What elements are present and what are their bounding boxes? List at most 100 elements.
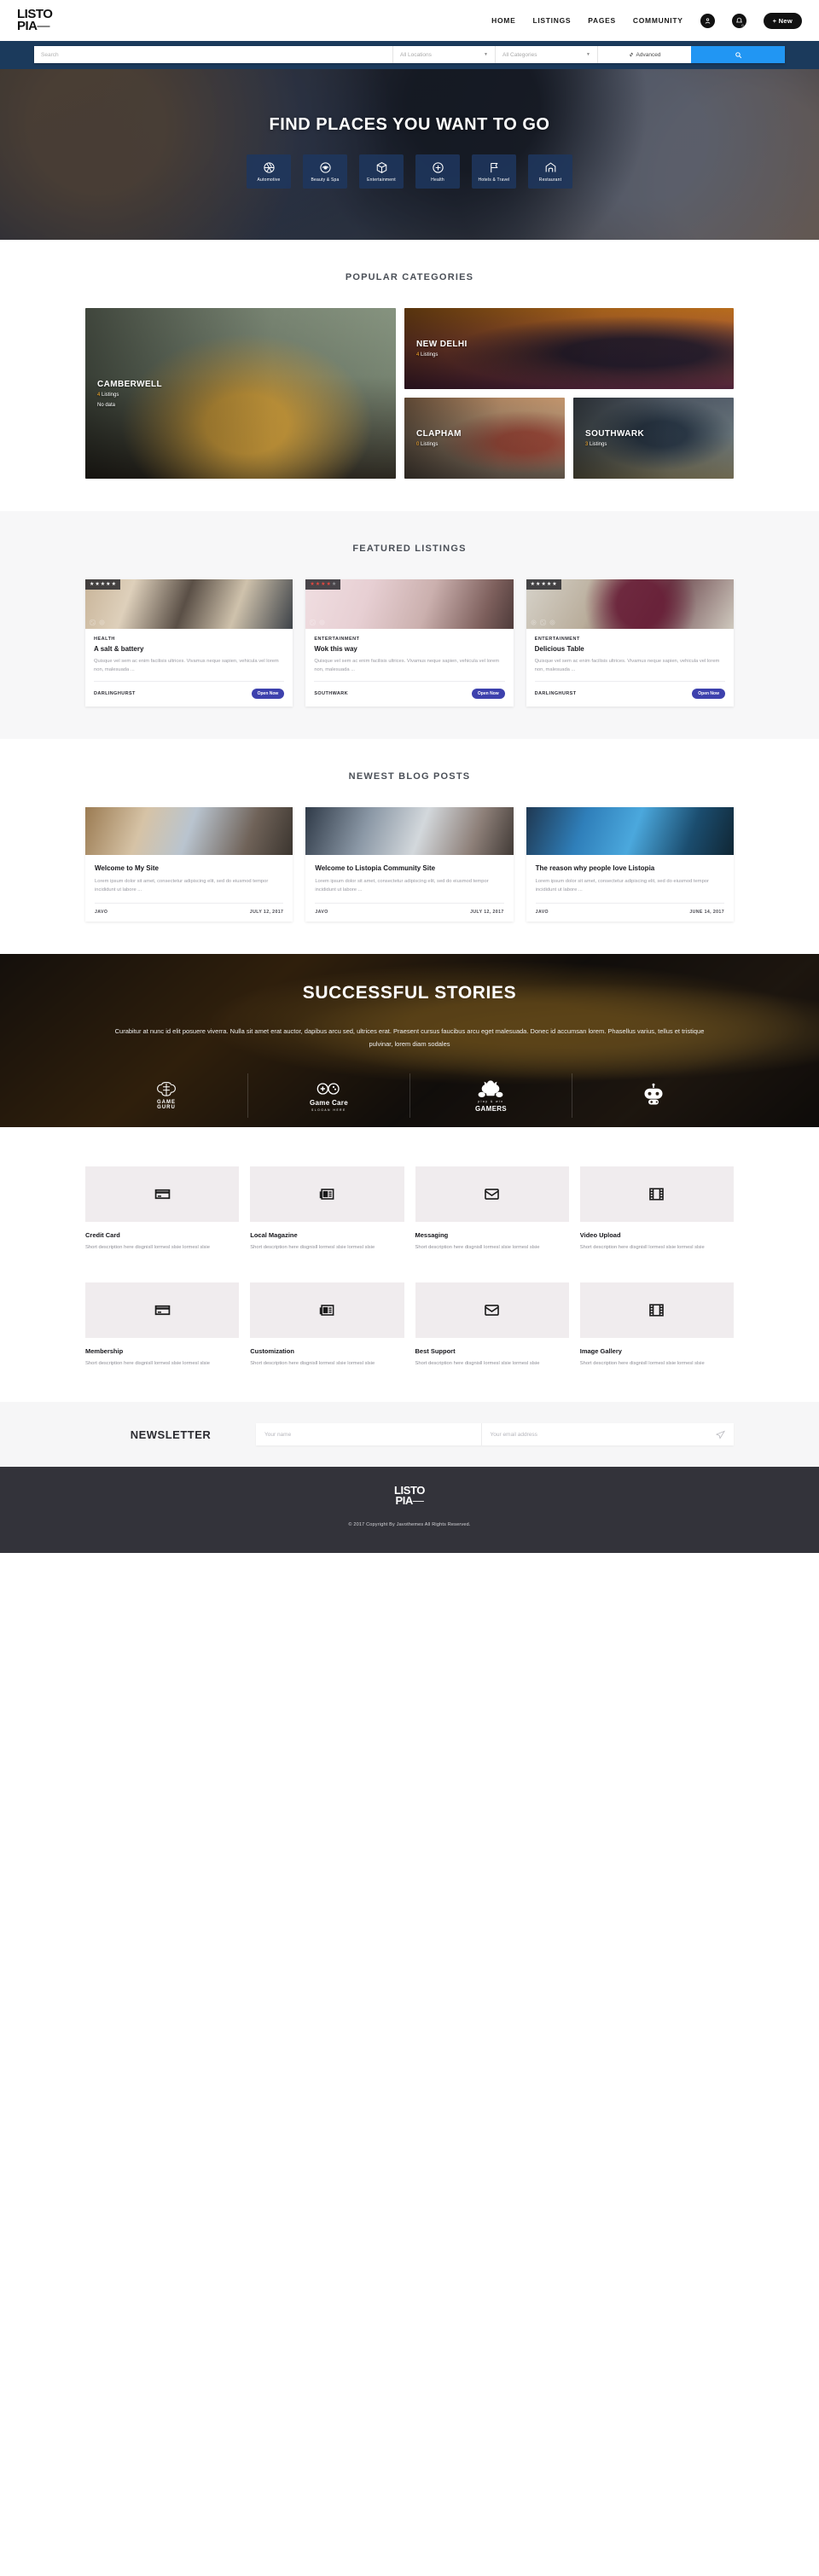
category-card-listings-label: Listings bbox=[590, 442, 607, 447]
membership-card-icon bbox=[154, 1305, 170, 1316]
hero-category-automotive[interactable]: Automotive bbox=[247, 154, 291, 189]
open-now-badge[interactable]: Open Now bbox=[471, 689, 505, 700]
newsletter-submit-button[interactable] bbox=[706, 1423, 734, 1445]
features-row: Credit Card Short description here disgn… bbox=[85, 1166, 734, 1252]
site-logo[interactable]: LISTO PIA— bbox=[17, 8, 53, 32]
category-card-camberwell[interactable]: CAMBERWELL 4 Listings No data bbox=[85, 308, 396, 479]
blog-card[interactable]: Welcome to My Site Lorem ipsum dolor sit… bbox=[85, 807, 293, 922]
advanced-search-button[interactable]: Advanced bbox=[597, 46, 691, 63]
blog-card[interactable]: Welcome to Listopia Community Site Lorem… bbox=[305, 807, 514, 922]
hero-category-beauty-spa[interactable]: Beauty & Spa bbox=[303, 154, 347, 189]
feature-title: Video Upload bbox=[579, 1230, 621, 1239]
listing-category: HEALTH bbox=[94, 637, 115, 642]
nav-item-pages[interactable]: PAGES bbox=[588, 16, 616, 25]
category-card-clapham[interactable]: CLAPHAM 0 Listings bbox=[404, 398, 565, 479]
listing-category: ENTERTAINMENT bbox=[534, 637, 580, 642]
star-icon: ★ bbox=[90, 582, 95, 587]
hero-category-restaurant[interactable]: Restaurant bbox=[528, 154, 572, 189]
brand-logos-row: GAME GURU Game Care SLOGAN HERE play & w… bbox=[0, 1073, 819, 1119]
expand-icon[interactable] bbox=[540, 619, 546, 625]
feature-messaging[interactable]: Messaging Short description here disgnis… bbox=[415, 1166, 569, 1252]
category-card-name: CAMBERWELL bbox=[97, 379, 163, 389]
listing-media-icons bbox=[310, 619, 325, 625]
chevron-down-icon: ▼ bbox=[484, 52, 488, 57]
star-icon: ★ bbox=[95, 582, 100, 587]
brand-line-1: play & win bbox=[478, 1099, 504, 1103]
hero-section: FIND PLACES YOU WANT TO GO Automotive Be… bbox=[0, 69, 819, 240]
listing-description: Quisque vel sem ac enim facilisis ultric… bbox=[314, 659, 500, 673]
category-card-southwark[interactable]: SOUTHWARK 3 Listings bbox=[573, 398, 734, 479]
category-card-listings-label: Listings bbox=[102, 392, 119, 398]
category-select[interactable]: All Categories ▼ bbox=[495, 46, 597, 63]
star-icon: ★ bbox=[100, 582, 106, 587]
feature-credit-card[interactable]: Credit Card Short description here disgn… bbox=[85, 1166, 240, 1252]
listing-card[interactable]: ★ ★ ★ ★ ★ HEALTH A salt & battery Quisque ve… bbox=[85, 579, 293, 707]
expand-icon[interactable] bbox=[90, 619, 96, 625]
feature-image-gallery[interactable]: Image Gallery Short description here dis… bbox=[579, 1282, 734, 1368]
open-now-badge[interactable]: Open Now bbox=[692, 689, 725, 700]
stories-text: Curabitur at nunc id elit posuere viverr… bbox=[114, 1026, 705, 1049]
feature-video-upload[interactable]: Video Upload Short description here disg… bbox=[579, 1166, 734, 1252]
notifications-button[interactable]: 0 bbox=[731, 13, 746, 28]
features-section: Credit Card Short description here disgn… bbox=[0, 1127, 819, 1403]
location-select[interactable]: All Locations ▼ bbox=[392, 46, 495, 63]
blog-photo bbox=[305, 807, 514, 856]
eye-icon[interactable] bbox=[99, 619, 105, 625]
feature-customization[interactable]: Customization Short description here dis… bbox=[250, 1282, 404, 1368]
feature-membership[interactable]: Membership Short description here disgni… bbox=[85, 1282, 240, 1368]
brand-logo-robot-gamer bbox=[572, 1073, 734, 1119]
category-card-name: SOUTHWARK bbox=[585, 429, 645, 439]
category-card-name: CLAPHAM bbox=[416, 429, 462, 439]
film-icon bbox=[649, 1304, 665, 1317]
hero-category-health[interactable]: Health bbox=[415, 154, 460, 189]
send-icon bbox=[715, 1430, 725, 1439]
expand-icon[interactable] bbox=[310, 619, 316, 625]
blog-photo bbox=[85, 807, 293, 856]
infinity-gamepad-icon bbox=[317, 1082, 340, 1095]
blog-card[interactable]: The reason why people love Listopia Lore… bbox=[526, 807, 734, 922]
features-row: Membership Short description here disgni… bbox=[85, 1282, 734, 1368]
feature-local-magazine[interactable]: Local Magazine Short description here di… bbox=[250, 1166, 404, 1252]
newsletter-email-input[interactable]: Your email address bbox=[480, 1423, 707, 1446]
nav-item-listings[interactable]: LISTINGS bbox=[532, 16, 571, 25]
footer-logo[interactable]: LISTO PIA— bbox=[394, 1485, 425, 1506]
eye-icon[interactable] bbox=[319, 619, 325, 625]
search-input[interactable]: Search bbox=[34, 46, 392, 63]
hero-category-entertainment[interactable]: Entertainment bbox=[359, 154, 404, 189]
feature-description: Short description here disgnisll lormesl… bbox=[250, 1244, 375, 1250]
listing-card-image: ★ ★ ★ ★ ★ bbox=[85, 579, 293, 629]
account-button[interactable] bbox=[700, 13, 715, 28]
blog-author: JAVO bbox=[95, 909, 108, 915]
notification-count: 0 bbox=[741, 22, 744, 27]
play-icon[interactable] bbox=[531, 619, 537, 625]
listing-location: DARLINGHURST bbox=[534, 691, 577, 697]
category-card-new-delhi[interactable]: NEW DELHI 4 Listings bbox=[404, 308, 734, 389]
listing-card[interactable]: ★ ★ ★ ★ ★ ENTERTAINMENT Delicious Table Quis… bbox=[526, 579, 734, 707]
listing-description: Quisque vel sem ac enim facilisis ultric… bbox=[534, 659, 720, 673]
nav-item-community[interactable]: COMMUNITY bbox=[633, 16, 683, 25]
feature-title: Credit Card bbox=[85, 1230, 120, 1239]
feature-title: Local Magazine bbox=[250, 1230, 298, 1239]
listing-rating: ★ ★ ★ ★ ★ bbox=[526, 579, 561, 590]
hero-title: FIND PLACES YOU WANT TO GO bbox=[269, 115, 550, 134]
newspaper-icon bbox=[319, 1305, 334, 1316]
newsletter-name-input[interactable]: Your name bbox=[256, 1423, 481, 1445]
featured-listings-title: FEATURED LISTINGS bbox=[352, 544, 467, 554]
chevron-down-icon: ▼ bbox=[586, 52, 590, 57]
blog-card-image bbox=[526, 807, 734, 856]
site-footer: LISTO PIA— © 2017 Copyright By Javotheme… bbox=[0, 1467, 819, 1554]
feature-best-support[interactable]: Best Support Short description here disg… bbox=[415, 1282, 569, 1368]
feature-icon-box bbox=[250, 1282, 404, 1338]
search-submit-button[interactable] bbox=[691, 46, 785, 63]
new-button[interactable]: + New bbox=[763, 12, 802, 29]
cube-icon bbox=[376, 161, 386, 173]
listing-card[interactable]: ★ ★ ★ ★ ★ ENTERTAINMENT Wok this way Quisque… bbox=[305, 579, 514, 707]
hero-category-label: Entertainment bbox=[367, 177, 396, 183]
eye-icon[interactable] bbox=[549, 619, 555, 625]
feature-description: Short description here disgnisll lormesl… bbox=[579, 1244, 705, 1250]
nav-item-home[interactable]: HOME bbox=[491, 16, 515, 25]
brand-logo-game-guru: GAME GURU bbox=[85, 1073, 247, 1118]
hero-category-hotels-travel[interactable]: Hotels & Travel bbox=[472, 154, 516, 189]
open-now-badge[interactable]: Open Now bbox=[251, 689, 285, 700]
newspaper-icon bbox=[319, 1188, 334, 1200]
